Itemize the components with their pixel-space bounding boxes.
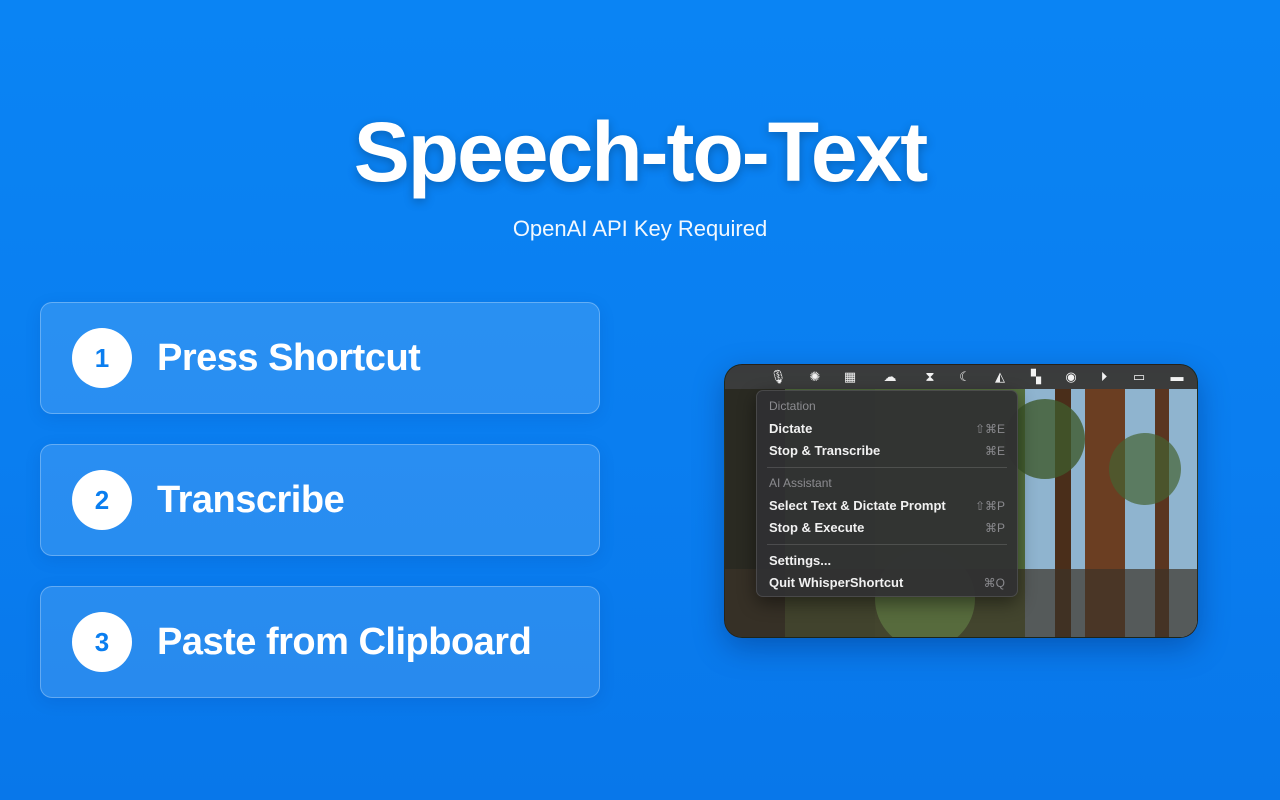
- moon-icon[interactable]: ☾: [956, 368, 974, 386]
- menu-item-label: Dictate: [769, 421, 813, 436]
- step-label: Paste from Clipboard: [157, 621, 532, 663]
- cloud-icon[interactable]: ☁: [881, 368, 899, 386]
- step-card-1: 1 Press Shortcut: [40, 302, 600, 414]
- app-screenshot: 🎙 ✺ ▦ ☁ ⧗ ☾ ◭ ▚ ◉ ⏵ ▭ ▬ Dictation Dictat…: [724, 364, 1198, 638]
- microphone-icon[interactable]: 🎙: [769, 368, 787, 386]
- menu-item-label: Select Text & Dictate Prompt: [769, 498, 946, 513]
- menu-item-shortcut: ⇧⌘P: [974, 499, 1005, 513]
- macos-menubar: 🎙 ✺ ▦ ☁ ⧗ ☾ ◭ ▚ ◉ ⏵ ▭ ▬: [725, 365, 1197, 389]
- page-title: Speech-to-Text: [353, 105, 929, 199]
- menu-item-label: Stop & Execute: [769, 520, 865, 535]
- menu-item-label: Stop & Transcribe: [769, 443, 881, 458]
- play-icon[interactable]: ⏵: [1095, 368, 1113, 386]
- hourglass-icon[interactable]: ⧗: [921, 368, 939, 386]
- menu-separator: [767, 544, 1007, 545]
- user-icon[interactable]: ◉: [1062, 368, 1080, 386]
- step-number-badge: 3: [72, 612, 132, 672]
- step-label: Press Shortcut: [157, 337, 421, 379]
- dropdown-menu: Dictation Dictate ⇧⌘E Stop & Transcribe …: [756, 390, 1018, 597]
- step-card-2: 2 Transcribe: [40, 444, 600, 556]
- menu-section-header: Dictation: [769, 399, 816, 413]
- menu-item-stop-execute[interactable]: Stop & Execute ⌘P: [769, 519, 1005, 537]
- battery-icon[interactable]: ▬: [1165, 368, 1189, 386]
- step-card-3: 3 Paste from Clipboard: [40, 586, 600, 698]
- keyboard-icon[interactable]: ▭: [1130, 368, 1148, 386]
- menu-item-quit[interactable]: Quit WhisperShortcut ⌘Q: [769, 574, 1005, 592]
- menu-item-shortcut: ⌘Q: [983, 576, 1005, 590]
- menu-section-header: AI Assistant: [769, 476, 832, 490]
- menu-separator: [767, 467, 1007, 468]
- menu-item-dictate[interactable]: Dictate ⇧⌘E: [769, 420, 1005, 438]
- page-subtitle: OpenAI API Key Required: [512, 216, 768, 241]
- step-label: Transcribe: [157, 479, 345, 521]
- menu-item-shortcut: ⌘E: [984, 444, 1005, 458]
- menu-item-label: Quit WhisperShortcut: [769, 575, 904, 590]
- step-number-badge: 2: [72, 470, 132, 530]
- layout-icon[interactable]: ▚: [1027, 368, 1045, 386]
- menu-item-shortcut: ⌘P: [984, 521, 1005, 535]
- openai-icon[interactable]: ✺: [806, 368, 824, 386]
- teams-icon[interactable]: ▦: [841, 368, 859, 386]
- menu-item-settings[interactable]: Settings...: [769, 552, 1005, 570]
- menu-item-shortcut: ⇧⌘E: [974, 422, 1005, 436]
- menu-item-label: Settings...: [769, 553, 832, 568]
- menu-item-stop-transcribe[interactable]: Stop & Transcribe ⌘E: [769, 442, 1005, 460]
- step-number-badge: 1: [72, 328, 132, 388]
- triangle-icon[interactable]: ◭: [991, 368, 1009, 386]
- menu-item-select-dictate[interactable]: Select Text & Dictate Prompt ⇧⌘P: [769, 497, 1005, 515]
